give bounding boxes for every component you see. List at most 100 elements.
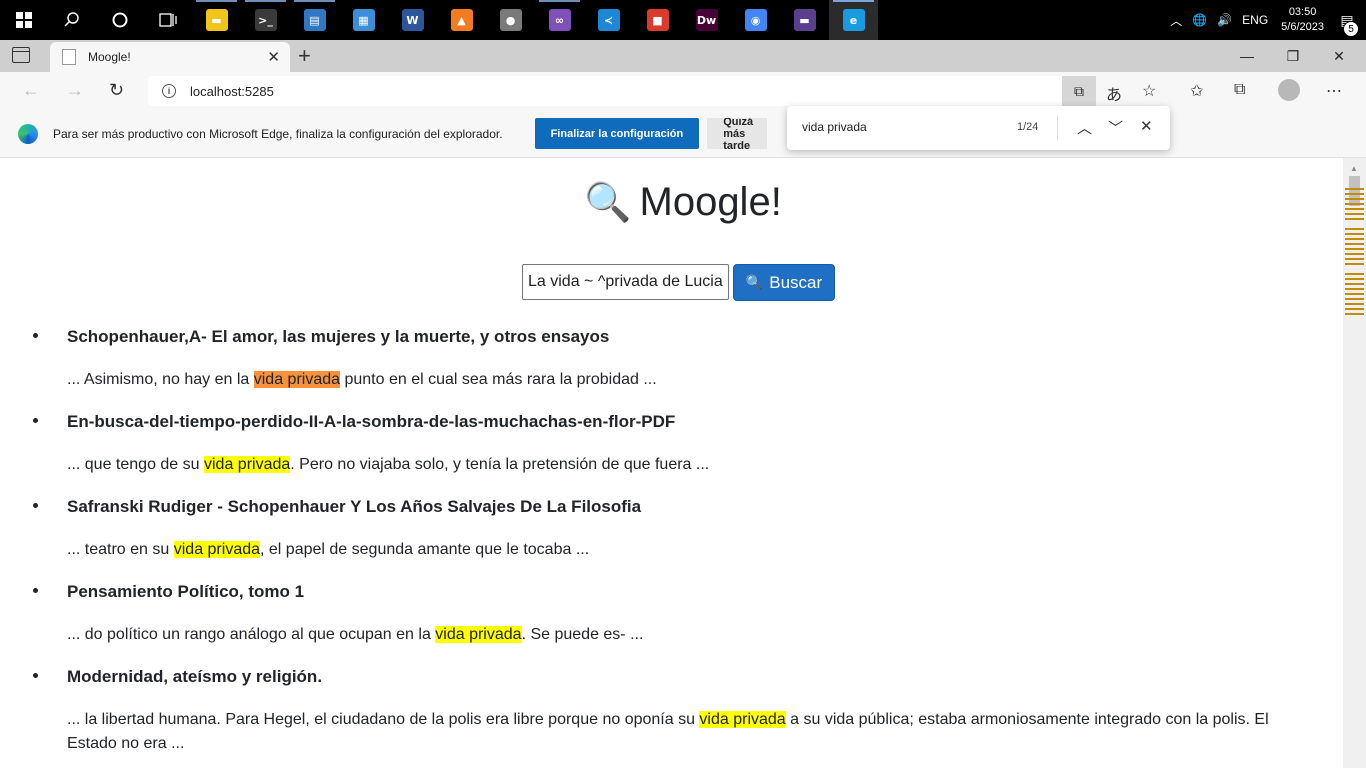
scroll-up-icon[interactable]: ▲	[1350, 164, 1358, 173]
network-icon[interactable]: 🌐	[1192, 13, 1207, 27]
taskbar-app-word[interactable]: W	[388, 0, 437, 40]
taskbar-app-app-tiles[interactable]: ■	[633, 0, 682, 40]
match-marker	[1345, 308, 1364, 310]
tab-bar: Moogle! ✕ + ― ❐ ✕	[0, 40, 1366, 72]
taskbar-app-chrome[interactable]: ◉	[731, 0, 780, 40]
tab-actions-icon[interactable]	[12, 47, 30, 63]
find-input[interactable]: vida privada	[802, 120, 867, 134]
cortana-button[interactable]	[96, 0, 144, 40]
app-blue-icon: ▤	[303, 9, 326, 31]
find-count: 1/24	[1017, 121, 1039, 133]
result-title[interactable]: En-busca-del-tiempo-perdido-II-A-la-somb…	[47, 411, 1287, 433]
add-favorite-icon[interactable]: ☆	[1142, 81, 1156, 101]
task-view-button[interactable]	[144, 0, 192, 40]
volume-icon[interactable]: 🔊	[1217, 13, 1232, 27]
taskbar-app-file-explorer[interactable]: ▬	[192, 0, 241, 40]
clock-time: 03:50	[1288, 6, 1317, 18]
edge-icon	[18, 123, 38, 144]
taskbar-app-app-control[interactable]: ▦	[339, 0, 388, 40]
snippet-before: ... teatro en su	[67, 541, 174, 558]
search-input[interactable]: La vida ~ ^privada de Lucia	[522, 264, 729, 300]
close-icon[interactable]: ✕	[1140, 117, 1153, 135]
snippet-before: ... Asimismo, no hay en la	[67, 371, 254, 388]
page-title-text: Moogle!	[639, 180, 782, 224]
clock[interactable]: 03:50 5/6/2023	[1281, 5, 1324, 35]
start-button[interactable]	[0, 0, 48, 40]
read-aloud-icon[interactable]: あ	[1106, 81, 1122, 105]
find-on-page-icon[interactable]: ⧉	[1062, 76, 1096, 106]
task-view-icon	[159, 13, 177, 27]
minimize-button[interactable]: ―	[1224, 40, 1270, 72]
system-tray: ︿ 🌐 🔊 ENG 03:50 5/6/2023 ▤ 5	[1165, 0, 1366, 40]
forward-icon[interactable]: →	[66, 80, 84, 101]
more-icon[interactable]: ⋯	[1326, 81, 1342, 101]
result-item: Schopenhauer,A- El amor, las mujeres y l…	[33, 326, 1287, 392]
snippet-after: . Pero no viajaba solo, y tenía la prete…	[290, 456, 710, 473]
taskbar-app-vscode[interactable]: ≺	[584, 0, 633, 40]
notification-badge: 5	[1343, 21, 1359, 37]
match-marker	[1345, 273, 1364, 275]
list-bullet	[33, 503, 38, 508]
refresh-icon[interactable]: ↻	[109, 80, 124, 101]
address-bar[interactable]: i localhost:5285 ⧉	[148, 76, 1096, 106]
vscode-icon: ≺	[597, 9, 620, 31]
close-window-button[interactable]: ✕	[1316, 40, 1362, 72]
search-button[interactable]	[48, 0, 96, 40]
collections-icon[interactable]: ⧉	[1234, 81, 1245, 99]
list-bullet	[33, 333, 38, 338]
finish-setup-button[interactable]: Finalizar la configuración	[534, 118, 700, 149]
taskbar-apps: ▬ >_ ▤ ▦ W ▲ ● ∞ ≺ ■ Dw ◉ ▬ e	[192, 0, 878, 40]
profile-avatar[interactable]	[1278, 79, 1300, 101]
chrome-icon: ◉	[744, 9, 767, 31]
result-item: En-busca-del-tiempo-perdido-II-A-la-somb…	[33, 411, 1287, 477]
language-indicator[interactable]: ENG	[1242, 13, 1268, 27]
result-title[interactable]: Schopenhauer,A- El amor, las mujeres y l…	[47, 326, 1287, 348]
favorites-icon[interactable]: ✩	[1190, 81, 1203, 101]
taskbar-app-app-orange[interactable]: ▲	[437, 0, 486, 40]
search-icon	[64, 12, 79, 27]
new-tab-button[interactable]: +	[298, 43, 311, 69]
back-icon[interactable]: ←	[22, 80, 40, 101]
match-marker	[1345, 233, 1364, 235]
restore-button[interactable]: ❐	[1270, 40, 1316, 72]
taskbar-app-app-purple[interactable]: ▬	[780, 0, 829, 40]
taskbar-app-edge[interactable]: e	[829, 0, 878, 40]
result-title[interactable]: Modernidad, ateísmo y religión.	[47, 666, 1287, 688]
list-bullet	[33, 588, 38, 593]
site-info-icon[interactable]: i	[162, 84, 176, 98]
terminal-icon: >_	[254, 9, 277, 31]
snippet-after: , el papel de segunda amante que le toca…	[260, 541, 590, 558]
taskbar-app-visual-studio[interactable]: ∞	[535, 0, 584, 40]
vertical-scrollbar[interactable]: ▲	[1343, 158, 1366, 768]
snippet-after: punto en el cual sea más rara la probida…	[340, 371, 657, 388]
taskbar-app-terminal[interactable]: >_	[241, 0, 290, 40]
match-marker	[1345, 198, 1364, 200]
tab-moogle[interactable]: Moogle! ✕	[50, 42, 290, 72]
results-list: Schopenhauer,A- El amor, las mujeres y l…	[33, 326, 1287, 768]
snippet-match: vida privada	[435, 626, 522, 643]
snippet-before: ... do político un rango análogo al que …	[67, 626, 436, 643]
taskbar-app-app-gray[interactable]: ●	[486, 0, 535, 40]
result-snippet: ... que tengo de su vida privada. Pero n…	[47, 453, 1287, 477]
result-item: Pensamiento Político, tomo 1 ... do polít…	[33, 581, 1287, 647]
snippet-match: vida privada	[253, 371, 341, 388]
notification-center-button[interactable]: ▤ 5	[1336, 9, 1359, 37]
chevron-up-icon[interactable]: ︿	[1077, 117, 1092, 138]
result-snippet: ... Asimismo, no hay en la vida privada …	[47, 368, 1287, 392]
maybe-later-button[interactable]: Quizá más tarde	[707, 118, 768, 149]
result-title[interactable]: Pensamiento Político, tomo 1	[47, 581, 1287, 603]
snippet-before: ... que tengo de su	[67, 456, 204, 473]
taskbar-app-app-blue[interactable]: ▤	[290, 0, 339, 40]
result-title[interactable]: Safranski Rudiger - Schopenhauer Y Los A…	[47, 496, 1287, 518]
match-marker	[1345, 303, 1364, 305]
close-tab-icon[interactable]: ✕	[267, 48, 280, 66]
chevron-down-icon[interactable]: ﹀	[1108, 117, 1123, 138]
taskbar-app-dreamweaver[interactable]: Dw	[682, 0, 731, 40]
search-button[interactable]: 🔍 Buscar	[733, 264, 835, 301]
app-purple-icon: ▬	[793, 9, 816, 31]
chevron-up-icon[interactable]: ︿	[1170, 12, 1182, 29]
find-match-markers	[1345, 188, 1364, 348]
match-marker	[1345, 238, 1364, 240]
word-icon: W	[401, 9, 424, 31]
file-explorer-icon: ▬	[205, 9, 228, 31]
